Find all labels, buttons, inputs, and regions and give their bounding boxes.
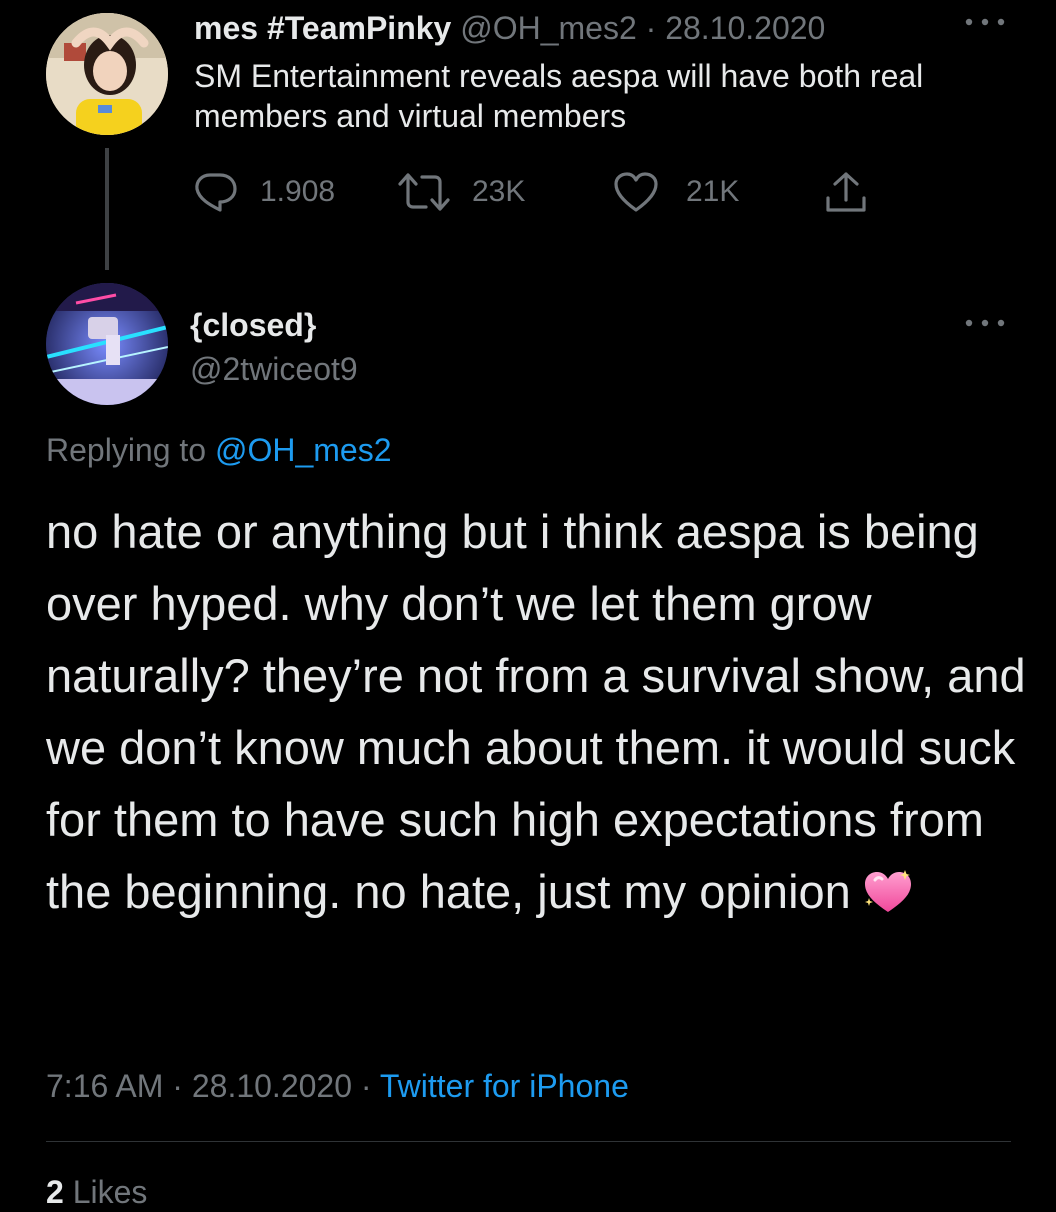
- share-icon: [826, 172, 866, 212]
- footer-separator-2: ·: [352, 1068, 380, 1104]
- like-icon: [614, 172, 658, 212]
- divider: [46, 1141, 1011, 1142]
- author-avatar[interactable]: [46, 283, 168, 405]
- parent-tweet-text: SM Entertainment reveals aespa will have…: [194, 58, 924, 134]
- reply-count: 1.908: [260, 175, 336, 208]
- likes-count: 2: [46, 1174, 64, 1210]
- tweet-footer: 7:16 AM · 28.10.2020 · Twitter for iPhon…: [46, 1066, 629, 1106]
- like-button[interactable]: 21K: [612, 170, 739, 214]
- tweet-time[interactable]: 7:16 AM: [46, 1068, 163, 1104]
- tweet-date[interactable]: 28.10.2020: [192, 1068, 352, 1104]
- replying-prefix: Replying to: [46, 432, 215, 468]
- parent-more-button[interactable]: [962, 14, 1008, 35]
- tweet-source-link[interactable]: Twitter for iPhone: [380, 1068, 629, 1104]
- main-more-button[interactable]: [962, 315, 1008, 336]
- parent-avatar[interactable]: [46, 13, 168, 135]
- retweet-button[interactable]: 23K: [396, 170, 525, 214]
- parent-separator: ·: [636, 10, 666, 46]
- parent-handle[interactable]: @OH_mes2: [460, 10, 637, 46]
- like-count: 21K: [686, 175, 740, 208]
- reply-button[interactable]: 1.908: [192, 170, 335, 214]
- likes-summary[interactable]: 2 Likes: [46, 1172, 147, 1212]
- parent-display-name[interactable]: mes #TeamPinky: [194, 10, 451, 46]
- footer-separator-1: ·: [163, 1068, 192, 1104]
- tweet-text-body: no hate or anything but i think aespa is…: [46, 505, 1026, 918]
- likes-label: Likes: [63, 1174, 148, 1210]
- more-dots-icon: [965, 18, 1005, 26]
- sparkling-heart-icon: [861, 864, 915, 936]
- parent-tweet-header: mes #TeamPinky @OH_mes2 · 28.10.2020: [194, 8, 825, 48]
- retweet-icon: [398, 173, 450, 211]
- parent-date[interactable]: 28.10.2020: [665, 10, 825, 46]
- replying-to: Replying to @OH_mes2: [46, 430, 392, 470]
- share-button[interactable]: [822, 170, 870, 221]
- tweet-text: no hate or anything but i think aespa is…: [46, 496, 1036, 936]
- author-handle[interactable]: @2twiceot9: [190, 350, 358, 388]
- thread-line: [105, 148, 109, 270]
- retweet-count: 23K: [472, 175, 526, 208]
- replying-to-handle-link[interactable]: @OH_mes2: [215, 432, 392, 468]
- more-dots-icon: [965, 319, 1005, 327]
- author-display-name[interactable]: {closed}: [190, 306, 316, 344]
- reply-icon: [195, 173, 237, 212]
